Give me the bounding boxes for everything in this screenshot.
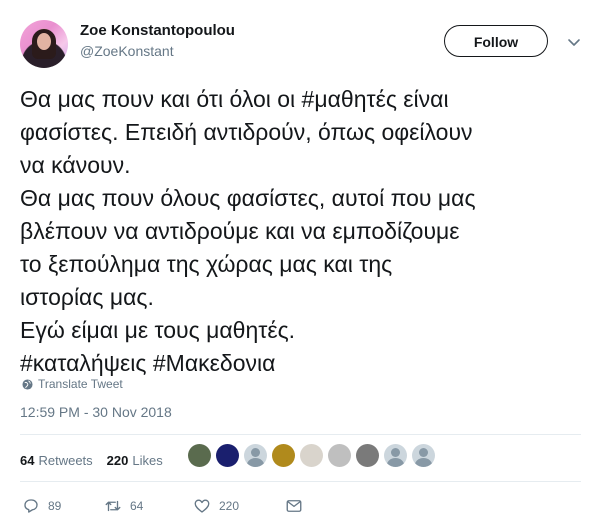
retweets-count: 64 [20, 453, 35, 468]
likes-stat[interactable]: 220 Likes [107, 453, 163, 468]
like-count: 220 [219, 499, 240, 513]
tweet-stats: 64 Retweets 220 Likes [20, 453, 163, 468]
liker-avatar[interactable] [328, 444, 351, 467]
tweet-timestamp[interactable]: 12:59 PM - 30 Nov 2018 [20, 404, 172, 420]
like-action[interactable]: 220 [193, 497, 283, 515]
likes-label: Likes [132, 453, 163, 468]
retweets-stat[interactable]: 64 Retweets [20, 453, 93, 468]
default-avatar-icon[interactable] [384, 444, 407, 467]
default-avatar-icon[interactable] [244, 444, 267, 467]
reply-action[interactable]: 89 [22, 497, 82, 515]
divider-top [20, 434, 581, 435]
tweet-actions: 89 64 220 [20, 497, 303, 515]
divider-bottom [20, 481, 581, 482]
retweets-label: Retweets [38, 453, 93, 468]
author-handle[interactable]: @ZoeKonstant [80, 43, 174, 59]
translate-label: Translate Tweet [38, 377, 123, 391]
direct-message-action[interactable] [285, 497, 303, 515]
retweet-action[interactable]: 64 [104, 497, 189, 515]
translate-tweet-link[interactable]: Translate Tweet [22, 377, 123, 391]
likers-avatars [188, 444, 435, 467]
author-avatar[interactable] [20, 20, 68, 68]
liker-avatar[interactable] [272, 444, 295, 467]
tweet-text: Θα μας πουν και ότι όλοι οι #μαθητές είν… [20, 86, 476, 376]
reply-icon [24, 499, 38, 513]
author-display-name[interactable]: Zoe Konstantopoulou [80, 22, 235, 39]
avatar-face [37, 33, 51, 50]
globe-icon [22, 378, 33, 390]
retweet-icon [105, 500, 121, 512]
likes-count: 220 [106, 453, 129, 468]
follow-button[interactable]: Follow [444, 25, 548, 57]
reply-count: 89 [48, 499, 62, 513]
default-avatar-icon[interactable] [412, 444, 435, 467]
liker-avatar[interactable] [216, 444, 239, 467]
liker-avatar[interactable] [356, 444, 379, 467]
envelope-icon [286, 500, 302, 512]
liker-avatar[interactable] [300, 444, 323, 467]
liker-avatar[interactable] [188, 444, 211, 467]
retweet-count: 64 [130, 499, 144, 513]
heart-icon [194, 499, 210, 513]
chevron-down-icon[interactable] [566, 34, 582, 50]
